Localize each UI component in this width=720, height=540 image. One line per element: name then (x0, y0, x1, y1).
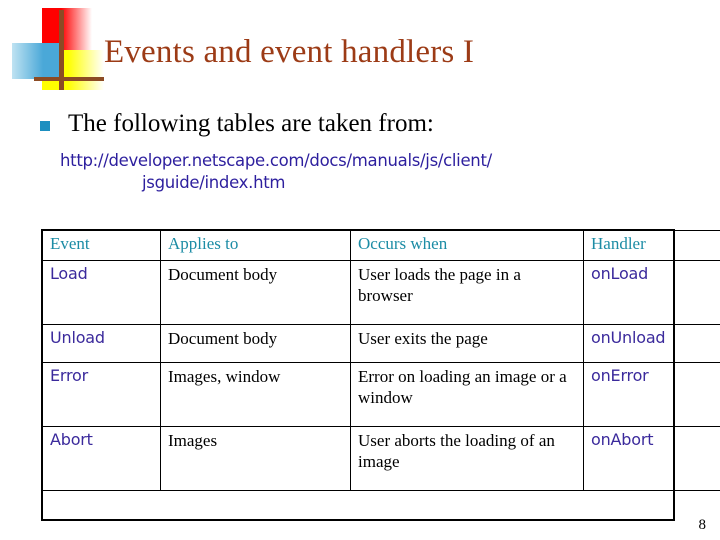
column-header-applies-to: Applies to (160, 230, 351, 261)
cell-applies-to: Images, window (160, 362, 351, 427)
bullet-label: The following tables are taken from: (68, 110, 434, 137)
cell-occurs-when: Error on loading an image or a window (350, 362, 584, 427)
title-divider (36, 78, 712, 82)
cell-occurs-when: User exits the page (350, 324, 584, 363)
cell-occurs-when: User loads the page in a browser (350, 260, 584, 325)
cell-applies-to: Document body (160, 260, 351, 325)
cell-handler: onAbort (583, 426, 720, 491)
page-title: Events and event handlers I (104, 34, 475, 70)
column-header-handler: Handler (583, 230, 720, 261)
bullet-item: The following tables are taken from: (40, 110, 434, 138)
url-line-1: http://developer.netscape.com/docs/manua… (60, 151, 492, 170)
table-row: Abort Images User aborts the loading of … (42, 426, 720, 491)
cell-event: Load (42, 260, 161, 325)
cell-event: Abort (42, 426, 161, 491)
events-table: Event Applies to Occurs when Handler Loa… (42, 230, 720, 491)
cell-handler: onError (583, 362, 720, 427)
cell-applies-to: Document body (160, 324, 351, 363)
table-row: Load Document body User loads the page i… (42, 260, 720, 325)
table-header-row: Event Applies to Occurs when Handler (42, 230, 720, 261)
cell-handler: onUnload (583, 324, 720, 363)
cell-event: Unload (42, 324, 161, 363)
page-number: 8 (698, 517, 707, 533)
cell-event: Error (42, 362, 161, 427)
column-header-occurs-when: Occurs when (350, 230, 584, 261)
cell-handler: onLoad (583, 260, 720, 325)
blue-square-icon (12, 43, 64, 79)
table-row: Unload Document body User exits the page… (42, 324, 720, 363)
square-bullet-icon (40, 121, 50, 131)
source-url: http://developer.netscape.com/docs/manua… (60, 150, 690, 194)
url-line-2: jsguide/index.htm (142, 173, 286, 192)
column-header-event: Event (42, 230, 161, 261)
table-row: Error Images, window Error on loading an… (42, 362, 720, 427)
cell-applies-to: Images (160, 426, 351, 491)
cell-occurs-when: User aborts the loading of an image (350, 426, 584, 491)
